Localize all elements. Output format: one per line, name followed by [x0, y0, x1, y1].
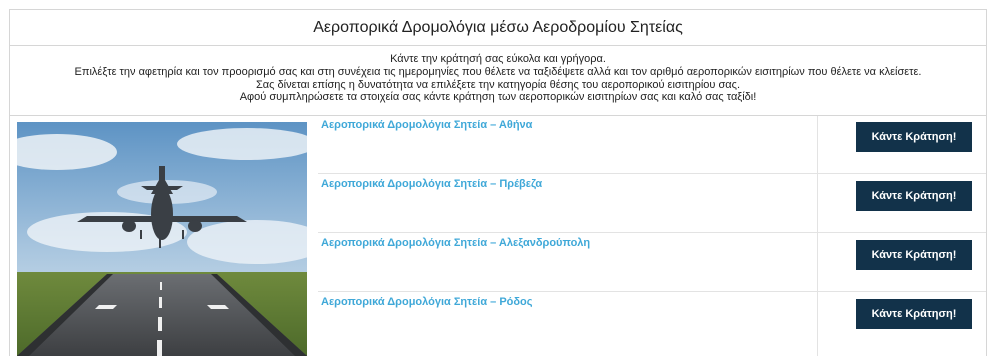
book-button-rhodes[interactable]: Κάντε Κράτηση!: [856, 299, 972, 329]
routes-table: Αεροπορικά Δρομολόγια Σητεία – Αθήνα Κάν…: [10, 116, 986, 356]
route-link-preveza[interactable]: Αεροπορικά Δρομολόγια Σητεία – Πρέβεζα: [321, 178, 542, 190]
route-row: Αεροπορικά Δρομολόγια Σητεία – Πρέβεζα Κ…: [318, 175, 986, 233]
intro-line: Επιλέξτε την αφετηρία και τον προορισμό …: [74, 65, 922, 78]
intro-line: Κάντε την κράτησή σας εύκολα και γρήγορα…: [390, 53, 606, 65]
book-button-athens[interactable]: Κάντε Κράτηση!: [856, 122, 972, 152]
route-row: Αεροπορικά Δρομολόγια Σητεία – Αλεξανδρο…: [318, 234, 986, 292]
book-button-preveza[interactable]: Κάντε Κράτηση!: [856, 181, 972, 211]
intro-text: Κάντε την κράτησή σας εύκολα και γρήγορα…: [10, 46, 986, 116]
page-title: Αεροπορικά Δρομολόγια μέσω Αεροδρομίου Σ…: [10, 10, 986, 46]
airplane-takeoff-image: [17, 122, 307, 356]
route-row: Αεροπορικά Δρομολόγια Σητεία – Αθήνα Κάν…: [318, 116, 986, 174]
route-link-athens[interactable]: Αεροπορικά Δρομολόγια Σητεία – Αθήνα: [321, 119, 532, 131]
route-row: Αεροπορικά Δρομολόγια Σητεία – Ρόδος Κάν…: [318, 293, 986, 351]
route-link-alexandroupoli[interactable]: Αεροπορικά Δρομολόγια Σητεία – Αλεξανδρο…: [321, 237, 590, 249]
intro-line: Σας δίνεται επίσης η δυνατότητα να επιλέ…: [255, 78, 740, 91]
intro-line: Αφού συμπληρώσετε τα στοιχεία σας κάντε …: [239, 91, 757, 104]
routes-panel: Αεροπορικά Δρομολόγια μέσω Αεροδρομίου Σ…: [9, 9, 987, 356]
route-link-rhodes[interactable]: Αεροπορικά Δρομολόγια Σητεία – Ρόδος: [321, 296, 533, 308]
book-button-alexandroupoli[interactable]: Κάντε Κράτηση!: [856, 240, 972, 270]
